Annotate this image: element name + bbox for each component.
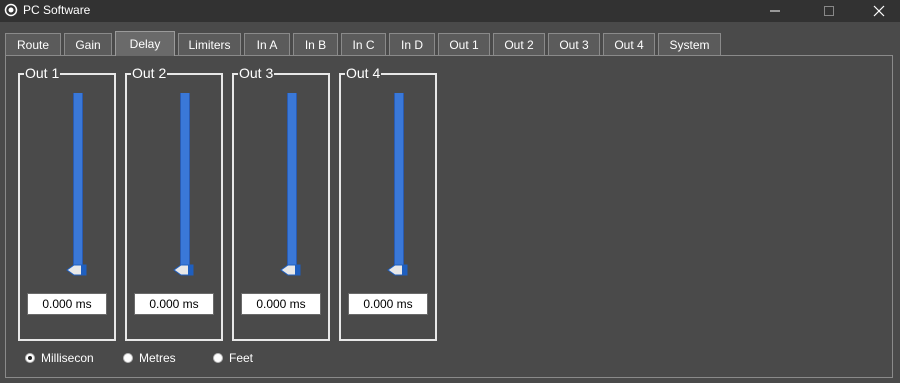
maximize-icon [824, 6, 834, 16]
out-2-group: Out 2 0.000 ms [125, 65, 223, 341]
minimize-button[interactable] [752, 0, 798, 22]
delay-value-field[interactable]: 0.000 ms [241, 293, 321, 315]
tab-in-c[interactable]: In C [341, 33, 386, 55]
out-3-group: Out 3 0.000 ms [232, 65, 330, 341]
minimize-icon [770, 10, 780, 12]
group-title: Out 4 [345, 65, 382, 81]
delay-value-field[interactable]: 0.000 ms [348, 293, 428, 315]
tab-out-1[interactable]: Out 1 [438, 33, 490, 55]
tab-in-d[interactable]: In D [389, 33, 435, 55]
out-4-group: Out 4 0.000 ms [339, 65, 437, 341]
delay-slider-track[interactable] [287, 93, 297, 269]
tab-limiters[interactable]: Limiters [178, 33, 241, 55]
close-button[interactable] [856, 0, 900, 22]
tab-out-2[interactable]: Out 2 [493, 33, 545, 55]
delay-value-field[interactable]: 0.000 ms [134, 293, 214, 315]
unit-radio-milliseconds[interactable]: Millisecon [25, 350, 94, 366]
tab-out-3[interactable]: Out 3 [548, 33, 600, 55]
app-gear-icon [4, 3, 18, 17]
close-icon [873, 5, 885, 17]
radio-label: Metres [139, 351, 176, 365]
radio-label: Millisecon [41, 351, 94, 365]
tab-delay[interactable]: Delay [115, 31, 175, 56]
group-title: Out 1 [24, 65, 61, 81]
tab-in-a[interactable]: In A [244, 33, 290, 55]
tab-system[interactable]: System [658, 33, 721, 55]
radio-selected-icon[interactable] [25, 353, 35, 363]
tab-in-b[interactable]: In B [293, 33, 338, 55]
window-title: PC Software [23, 3, 91, 17]
delay-value-field[interactable]: 0.000 ms [27, 293, 107, 315]
group-title: Out 3 [238, 65, 275, 81]
delay-slider-thumb[interactable] [173, 263, 195, 276]
out-1-group: Out 1 0.000 ms [18, 65, 116, 341]
group-title: Out 2 [131, 65, 168, 81]
unit-radio-metres[interactable]: Metres [123, 350, 176, 366]
delay-slider-track[interactable] [394, 93, 404, 269]
radio-icon[interactable] [123, 353, 133, 363]
radio-label: Feet [229, 351, 254, 365]
maximize-button[interactable] [806, 0, 852, 22]
unit-radio-feet[interactable]: Feet [213, 350, 253, 366]
delay-slider-thumb[interactable] [280, 263, 302, 276]
tab-route[interactable]: Route [5, 33, 61, 55]
delay-slider-thumb[interactable] [66, 263, 88, 276]
delay-slider-track[interactable] [73, 93, 83, 269]
delay-slider-track[interactable] [180, 93, 190, 269]
tab-gain[interactable]: Gain [64, 33, 112, 55]
tab-out-4[interactable]: Out 4 [603, 33, 655, 55]
title-bar: PC Software [0, 0, 900, 22]
delay-slider-thumb[interactable] [387, 263, 409, 276]
radio-icon[interactable] [213, 353, 223, 363]
